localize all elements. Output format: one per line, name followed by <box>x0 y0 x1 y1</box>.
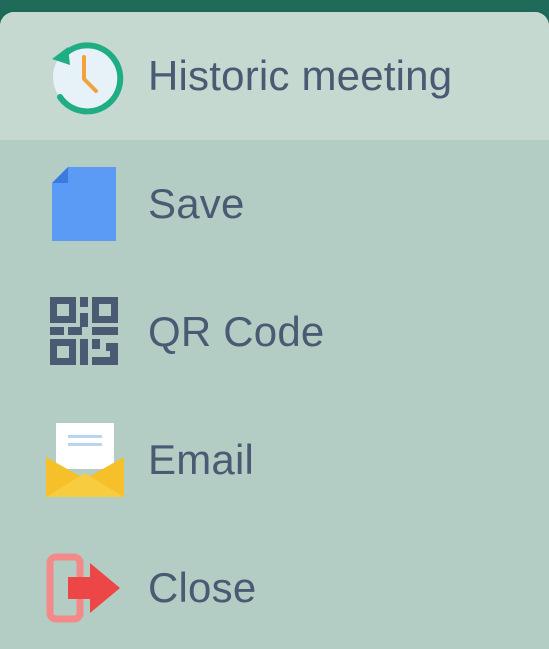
email-icon <box>44 419 126 501</box>
menu-item-email[interactable]: Email <box>0 396 549 524</box>
menu-item-label: Close <box>148 564 257 611</box>
menu-item-close[interactable]: Close <box>0 524 549 649</box>
exit-icon <box>44 547 126 629</box>
context-menu: Historic meeting Save QR Code Email Clos… <box>0 12 549 649</box>
document-icon <box>44 163 126 245</box>
menu-item-label: Save <box>148 180 245 227</box>
history-clock-icon <box>44 35 126 117</box>
qr-code-icon <box>44 291 126 373</box>
menu-item-label: QR Code <box>148 308 325 355</box>
menu-item-save[interactable]: Save <box>0 140 549 268</box>
menu-item-historic-meeting[interactable]: Historic meeting <box>0 12 549 140</box>
menu-item-qr-code[interactable]: QR Code <box>0 268 549 396</box>
menu-item-label: Email <box>148 436 255 483</box>
menu-item-label: Historic meeting <box>148 52 453 99</box>
